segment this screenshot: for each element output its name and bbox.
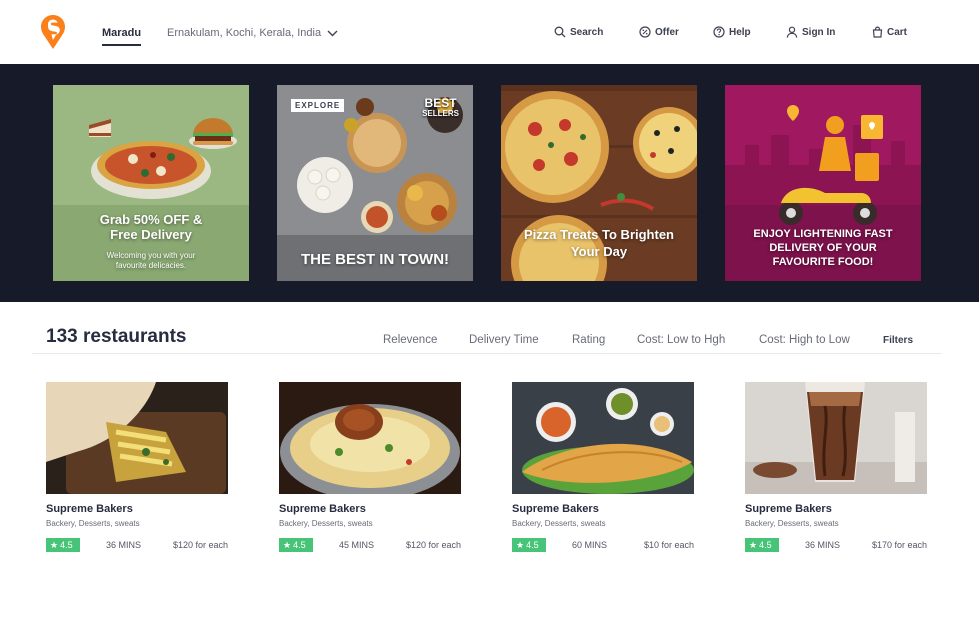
nav-cart-label: Cart <box>887 26 908 38</box>
location-primary[interactable]: Maradu <box>102 27 142 46</box>
nav-offer-label: Offer <box>655 26 679 38</box>
banner-2-badge-bottom: SELLERS <box>422 109 459 118</box>
star-icon: ★ <box>516 539 525 550</box>
rating-value: 4.5 <box>526 540 539 550</box>
banner-4-line-1: ENJOY LIGHTENING FAST <box>753 228 893 240</box>
bag-icon <box>872 26 883 38</box>
nav-cart[interactable]: Cart <box>872 26 907 38</box>
location-selector[interactable]: Ernakulam, Kochi, Kerala, India <box>167 27 338 39</box>
banner-2-line-1: THE BEST IN TOWN! <box>300 251 450 268</box>
cost-for-each: $170 for each <box>871 540 927 550</box>
rating-value: 4.5 <box>759 540 772 550</box>
swiggy-logo-icon[interactable] <box>40 14 66 50</box>
restaurant-name: Supreme Bakers <box>279 503 366 515</box>
cost-for-each: $120 for each <box>172 540 228 550</box>
banner-2-explore-tag: EXPLORE <box>291 99 345 112</box>
sort-cost-low-high[interactable]: Cost: Low to Hgh <box>637 334 725 346</box>
cost-for-each: $120 for each <box>405 540 461 550</box>
offer-banner-fast-delivery[interactable]: ENJOY LIGHTENING FAST DELIVERY OF YOUR F… <box>725 85 921 281</box>
nav-search-label: Search <box>570 26 604 38</box>
nav-search[interactable]: Search <box>554 26 603 38</box>
user-icon <box>786 26 798 38</box>
nav-help[interactable]: Help <box>713 26 751 38</box>
banner-3-line-1: Pizza Treats To Brighten <box>523 227 674 242</box>
help-circle-icon <box>713 26 725 38</box>
cost-for-each: $10 for each <box>643 540 694 550</box>
offers-carousel: Grab 50% OFF & Free Delivery Welcoming y… <box>0 64 979 302</box>
restaurant-card[interactable]: Supreme Bakers Backery, Desserts, sweats… <box>46 382 228 552</box>
banner-1-line-4: favourite delicacies. <box>115 261 187 270</box>
star-icon: ★ <box>50 539 59 550</box>
nav-offer[interactable]: Offer <box>639 26 679 38</box>
restaurant-cuisine: Backery, Desserts, sweats <box>745 519 839 528</box>
restaurant-card[interactable]: Supreme Bakers Backery, Desserts, sweats… <box>745 382 927 552</box>
rating-badge: ★ 4.5 <box>512 538 546 552</box>
sort-delivery-time[interactable]: Delivery Time <box>469 334 539 346</box>
banner-1-line-2: Free Delivery <box>110 227 192 242</box>
banner-1-line-1: Grab 50% OFF & <box>99 212 203 227</box>
restaurant-image <box>512 382 694 494</box>
offer-banner-pizza[interactable]: Pizza Treats To Brighten Your Day <box>501 85 697 281</box>
nav-help-label: Help <box>729 26 751 38</box>
search-icon <box>554 26 566 38</box>
restaurant-image <box>745 382 927 494</box>
banner-4-line-2: DELIVERY OF YOUR <box>769 242 877 254</box>
rating-badge: ★ 4.5 <box>46 538 80 552</box>
restaurant-cuisine: Backery, Desserts, sweats <box>512 519 606 528</box>
delivery-time: 60 MINS <box>572 540 608 550</box>
restaurant-card[interactable]: Supreme Bakers Backery, Desserts, sweats… <box>279 382 461 552</box>
rating-badge: ★ 4.5 <box>279 538 313 552</box>
delivery-time: 36 MINS <box>805 540 841 550</box>
banner-2-badge-top: BEST <box>424 96 457 110</box>
rating-value: 4.5 <box>293 540 306 550</box>
offer-banner-best-sellers[interactable]: EXPLORE BEST SELLERS THE BEST IN TOWN! <box>277 85 473 281</box>
restaurant-image <box>46 382 228 494</box>
offer-banner-discount[interactable]: Grab 50% OFF & Free Delivery Welcoming y… <box>53 85 249 281</box>
delivery-time: 45 MINS <box>339 540 375 550</box>
restaurant-cuisine: Backery, Desserts, sweats <box>46 519 140 528</box>
nav-sign-in[interactable]: Sign In <box>786 26 835 38</box>
restaurant-card[interactable]: Supreme Bakers Backery, Desserts, sweats… <box>512 382 694 552</box>
location-secondary: Ernakulam, Kochi, Kerala, India <box>167 27 322 39</box>
sort-rating[interactable]: Rating <box>572 334 605 346</box>
rating-badge: ★ 4.5 <box>745 538 779 552</box>
restaurant-image <box>279 382 461 494</box>
restaurant-cuisine: Backery, Desserts, sweats <box>279 519 373 528</box>
banner-3-line-2: Your Day <box>570 244 628 259</box>
filters-button[interactable]: Filters <box>883 335 913 346</box>
restaurant-count: 133 restaurants <box>46 326 187 347</box>
rating-value: 4.5 <box>60 540 73 550</box>
banner-4-line-3: FAVOURITE FOOD! <box>772 256 874 268</box>
delivery-time: 36 MINS <box>106 540 142 550</box>
chevron-down-icon <box>327 30 338 36</box>
star-icon: ★ <box>283 539 292 550</box>
banner-2-badge: BEST SELLERS <box>422 97 459 119</box>
top-navigation-bar: Maradu Ernakulam, Kochi, Kerala, India S… <box>0 0 979 64</box>
sort-relevance[interactable]: Relevence <box>383 334 437 346</box>
restaurant-name: Supreme Bakers <box>745 503 832 515</box>
listing-divider <box>32 353 942 354</box>
offer-badge-icon <box>639 26 651 38</box>
restaurant-name: Supreme Bakers <box>46 503 133 515</box>
star-icon: ★ <box>749 539 758 550</box>
nav-sign-in-label: Sign In <box>802 26 836 38</box>
sort-cost-high-low[interactable]: Cost: High to Low <box>759 334 850 346</box>
restaurant-name: Supreme Bakers <box>512 503 599 515</box>
banner-1-line-3: Welcoming you with your <box>106 251 196 260</box>
